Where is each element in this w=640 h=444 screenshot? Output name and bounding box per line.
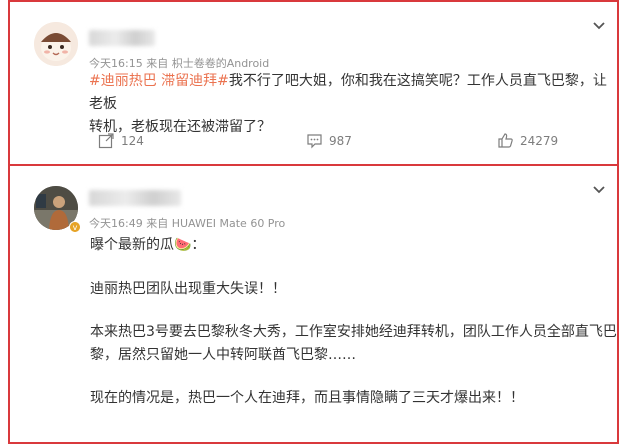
- topic-tag[interactable]: #迪丽热巴 滞留迪拜#: [89, 73, 229, 89]
- repost-icon: [98, 133, 114, 149]
- chevron-down-icon[interactable]: [591, 181, 607, 197]
- avatar[interactable]: [34, 22, 78, 66]
- repost-count: 124: [121, 133, 144, 148]
- chevron-down-icon[interactable]: [591, 17, 607, 33]
- verified-badge-icon: v: [69, 221, 81, 233]
- weibo-post-2: v 今天16:49 来自 HUAWEI Mate 60 Pro 曝个最新的瓜🍉：…: [8, 164, 619, 444]
- comment-count: 987: [329, 133, 352, 148]
- svg-text:v: v: [73, 223, 78, 232]
- like-icon: [498, 133, 513, 148]
- post-meta: 今天16:15 来自 枳士卷卷的Android: [89, 57, 270, 70]
- post-text-line1: 曝个最新的瓜🍉：: [90, 237, 206, 253]
- post-text-line4: 黎，居然只留她一人中转阿联酋飞巴黎……: [90, 347, 356, 363]
- like-count: 24279: [520, 133, 559, 148]
- username-blurred[interactable]: [89, 30, 155, 46]
- like-button[interactable]: 24279: [497, 132, 558, 149]
- repost-button[interactable]: 124: [98, 132, 144, 149]
- username-blurred[interactable]: [89, 190, 181, 206]
- comment-icon: [307, 134, 322, 149]
- weibo-post-1: 今天16:15 来自 枳士卷卷的Android #迪丽热巴 滞留迪拜#我不行了吧…: [8, 0, 619, 184]
- cartoon-avatar-icon: [34, 22, 78, 66]
- post-text-line3: 本来热巴3号要去巴黎秋冬大秀，工作室安排她经迪拜转机，团队工作人员全部直飞巴: [90, 324, 617, 340]
- action-bar: 124 987 24279: [10, 128, 617, 154]
- post-meta: 今天16:49 来自 HUAWEI Mate 60 Pro: [89, 217, 286, 230]
- post-text-line5: 现在的情况是，热巴一个人在迪拜，而且事情隐瞒了三天才爆出来！！: [90, 390, 524, 406]
- post-text-line2: 迪丽热巴团队出现重大失误！！: [90, 281, 286, 297]
- comment-button[interactable]: 987: [306, 132, 352, 149]
